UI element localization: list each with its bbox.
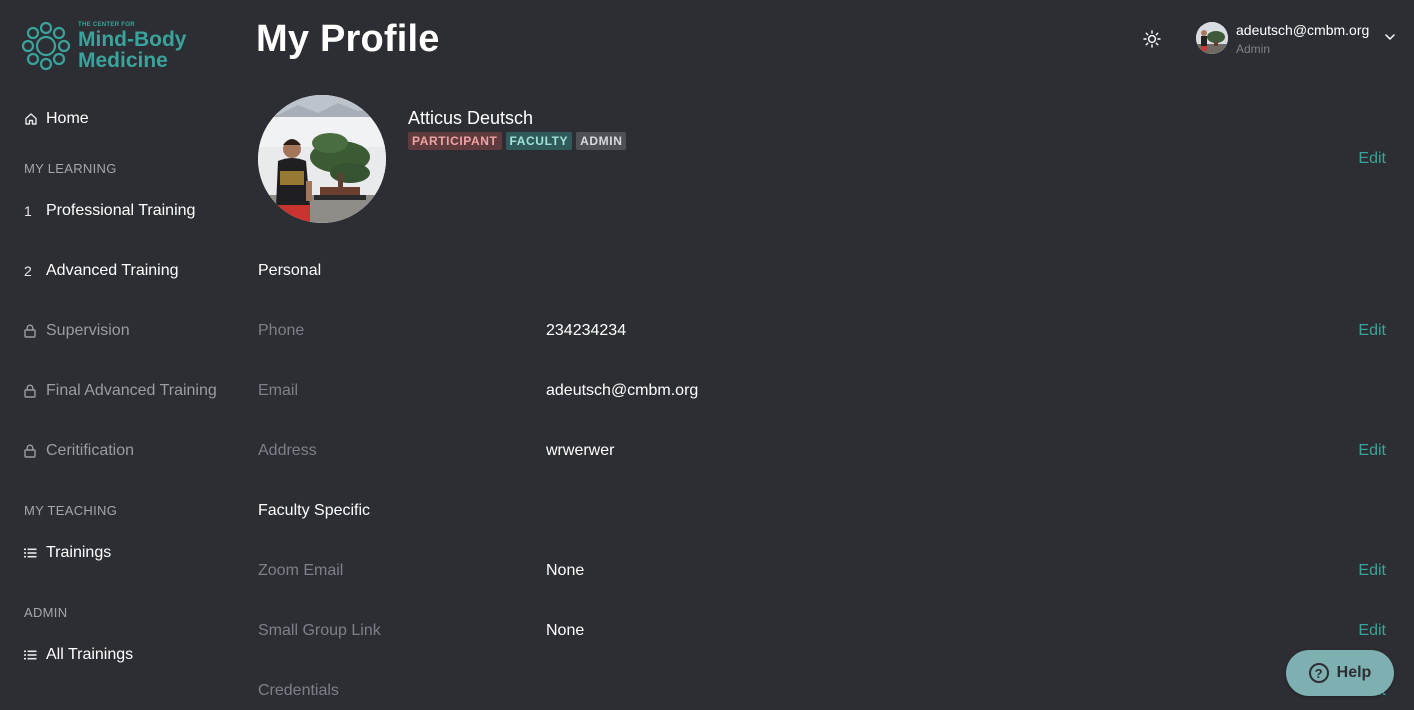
list-icon	[24, 547, 38, 559]
sidebar-item-home[interactable]: Home	[24, 107, 89, 131]
step-number: 2	[24, 263, 32, 279]
logo-line-1: Mind-Body	[78, 28, 187, 51]
field-label-phone: Phone	[258, 322, 305, 339]
edit-zoom-email-link[interactable]: Edit	[1358, 562, 1386, 580]
lock-icon	[24, 444, 38, 458]
sidebar-item-label: Advanced Training	[46, 262, 179, 279]
avatar	[1196, 22, 1228, 54]
sidebar-item-label: Supervision	[46, 322, 130, 339]
sidebar-item-label: Final Advanced Training	[46, 382, 217, 399]
page-title: My Profile	[256, 18, 440, 60]
edit-phone-link[interactable]: Edit	[1358, 322, 1386, 340]
field-value-small-group-link: None	[546, 622, 585, 639]
user-email: adeutsch@cmbm.org	[1236, 22, 1370, 38]
sun-icon	[1143, 30, 1161, 48]
user-menu[interactable]: adeutsch@cmbm.org Admin	[1196, 22, 1400, 58]
profile-photo	[258, 95, 386, 223]
list-icon	[24, 649, 38, 661]
sidebar-item-supervision[interactable]: Supervision	[24, 319, 130, 343]
theme-toggle-button[interactable]	[1140, 27, 1164, 51]
logo[interactable]: THE CENTER FOR Mind-Body Medicine	[20, 18, 200, 74]
sidebar-item-label: Trainings	[46, 544, 112, 561]
help-label: Help	[1336, 664, 1372, 681]
sidebar-item-trainings[interactable]: Trainings	[24, 541, 111, 565]
profile-name: Atticus Deutsch	[408, 108, 534, 128]
field-value-phone: 234234234	[546, 322, 627, 339]
edit-profile-link[interactable]: Edit	[1358, 150, 1386, 168]
sidebar-item-final-advanced-training[interactable]: Final Advanced Training	[24, 379, 217, 403]
section-label-admin: ADMIN	[24, 605, 68, 620]
section-label-my-teaching: MY TEACHING	[24, 503, 118, 518]
field-label-address: Address	[258, 442, 317, 459]
chevron-down-icon	[1385, 34, 1395, 40]
edit-small-group-link[interactable]: Edit	[1358, 622, 1386, 640]
logo-line-2: Medicine	[78, 49, 168, 72]
field-label-credentials: Credentials	[258, 682, 339, 699]
sidebar-item-label: Ceritification	[46, 442, 135, 459]
sidebar-item-all-trainings[interactable]: All Trainings	[24, 643, 133, 667]
role-badges: PARTICIPANT FACULTY ADMIN	[408, 132, 627, 150]
section-title-personal: Personal	[258, 262, 322, 279]
help-button[interactable]: ? Help	[1286, 650, 1394, 696]
field-value-zoom-email: None	[546, 562, 585, 579]
badge-admin: ADMIN	[576, 132, 627, 150]
logo-mark-icon	[21, 21, 71, 71]
badge-participant: PARTICIPANT	[408, 132, 502, 150]
sidebar-item-label: All Trainings	[46, 646, 134, 663]
lock-icon	[24, 384, 38, 398]
sidebar-item-certification[interactable]: Ceritification	[24, 439, 134, 463]
sidebar-item-label: Home	[46, 110, 89, 127]
field-value-address: wrwerwer	[546, 442, 615, 459]
sidebar-item-advanced-training[interactable]: 2 Advanced Training	[24, 259, 179, 283]
badge-faculty: FACULTY	[505, 132, 573, 150]
sidebar: THE CENTER FOR Mind-Body Medicine Home M…	[0, 0, 240, 710]
user-role: Admin	[1236, 42, 1271, 56]
section-title-faculty-specific: Faculty Specific	[258, 502, 371, 519]
question-circle-icon: ?	[1308, 663, 1329, 683]
field-label-small-group-link: Small Group Link	[258, 622, 381, 639]
section-label-my-learning: MY LEARNING	[24, 161, 117, 176]
field-label-email: Email	[258, 382, 299, 399]
sidebar-item-professional-training[interactable]: 1 Professional Training	[24, 199, 195, 223]
lock-icon	[24, 324, 38, 338]
step-number: 1	[24, 203, 32, 219]
sidebar-item-label: Professional Training	[46, 202, 196, 219]
edit-address-link[interactable]: Edit	[1358, 442, 1386, 460]
field-label-zoom-email: Zoom Email	[258, 562, 344, 579]
home-icon	[24, 112, 38, 126]
field-value-email: adeutsch@cmbm.org	[546, 382, 699, 399]
